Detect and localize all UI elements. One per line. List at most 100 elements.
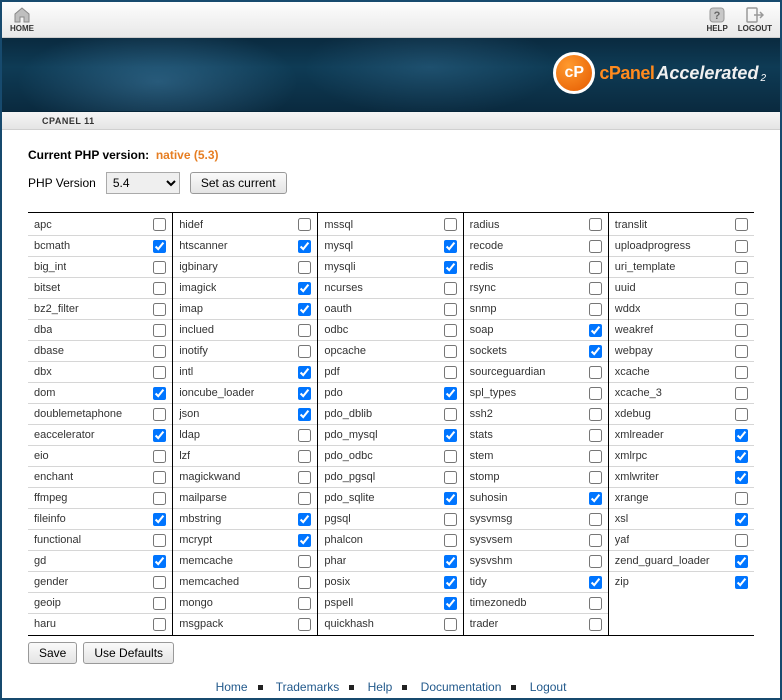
extension-checkbox[interactable] [153, 597, 166, 610]
extension-checkbox[interactable] [735, 387, 748, 400]
extension-checkbox[interactable] [735, 240, 748, 253]
footer-documentation[interactable]: Documentation [421, 680, 502, 694]
extension-checkbox[interactable] [735, 576, 748, 589]
extension-checkbox[interactable] [153, 387, 166, 400]
extension-checkbox[interactable] [153, 303, 166, 316]
extension-checkbox[interactable] [589, 534, 602, 547]
extension-checkbox[interactable] [589, 240, 602, 253]
logout-button[interactable]: LOGOUT [738, 6, 772, 33]
extension-checkbox[interactable] [298, 618, 311, 631]
extension-checkbox[interactable] [589, 513, 602, 526]
extension-checkbox[interactable] [153, 261, 166, 274]
use-defaults-button[interactable]: Use Defaults [83, 642, 174, 664]
extension-checkbox[interactable] [298, 345, 311, 358]
extension-checkbox[interactable] [444, 555, 457, 568]
extension-checkbox[interactable] [444, 597, 457, 610]
extension-checkbox[interactable] [735, 429, 748, 442]
extension-checkbox[interactable] [589, 450, 602, 463]
extension-checkbox[interactable] [298, 576, 311, 589]
extension-checkbox[interactable] [444, 471, 457, 484]
extension-checkbox[interactable] [444, 345, 457, 358]
extension-checkbox[interactable] [735, 450, 748, 463]
footer-help[interactable]: Help [368, 680, 393, 694]
extension-checkbox[interactable] [735, 471, 748, 484]
extension-checkbox[interactable] [444, 303, 457, 316]
extension-checkbox[interactable] [444, 618, 457, 631]
save-button[interactable]: Save [28, 642, 77, 664]
extension-checkbox[interactable] [153, 408, 166, 421]
extension-checkbox[interactable] [589, 597, 602, 610]
extension-checkbox[interactable] [735, 534, 748, 547]
extension-checkbox[interactable] [298, 408, 311, 421]
extension-checkbox[interactable] [153, 534, 166, 547]
extension-checkbox[interactable] [444, 534, 457, 547]
extension-checkbox[interactable] [589, 555, 602, 568]
extension-checkbox[interactable] [589, 576, 602, 589]
extension-checkbox[interactable] [153, 618, 166, 631]
extension-checkbox[interactable] [444, 261, 457, 274]
extension-checkbox[interactable] [298, 387, 311, 400]
extension-checkbox[interactable] [153, 471, 166, 484]
extension-checkbox[interactable] [589, 492, 602, 505]
extension-checkbox[interactable] [153, 429, 166, 442]
extension-checkbox[interactable] [298, 555, 311, 568]
extension-checkbox[interactable] [735, 345, 748, 358]
extension-checkbox[interactable] [444, 408, 457, 421]
extension-checkbox[interactable] [735, 218, 748, 231]
extension-checkbox[interactable] [153, 366, 166, 379]
extension-checkbox[interactable] [298, 324, 311, 337]
extension-checkbox[interactable] [589, 218, 602, 231]
extension-checkbox[interactable] [735, 261, 748, 274]
extension-checkbox[interactable] [153, 450, 166, 463]
footer-logout[interactable]: Logout [530, 680, 567, 694]
extension-checkbox[interactable] [298, 471, 311, 484]
extension-checkbox[interactable] [153, 240, 166, 253]
extension-checkbox[interactable] [444, 240, 457, 253]
extension-checkbox[interactable] [153, 576, 166, 589]
extension-checkbox[interactable] [298, 597, 311, 610]
extension-checkbox[interactable] [153, 555, 166, 568]
extension-checkbox[interactable] [444, 513, 457, 526]
footer-home[interactable]: Home [216, 680, 248, 694]
extension-checkbox[interactable] [444, 366, 457, 379]
extension-checkbox[interactable] [444, 282, 457, 295]
extension-checkbox[interactable] [444, 492, 457, 505]
extension-checkbox[interactable] [589, 282, 602, 295]
footer-trademarks[interactable]: Trademarks [276, 680, 340, 694]
extension-checkbox[interactable] [444, 324, 457, 337]
extension-checkbox[interactable] [298, 534, 311, 547]
extension-checkbox[interactable] [298, 513, 311, 526]
extension-checkbox[interactable] [298, 429, 311, 442]
extension-checkbox[interactable] [735, 324, 748, 337]
extension-checkbox[interactable] [153, 218, 166, 231]
extension-checkbox[interactable] [589, 408, 602, 421]
extension-checkbox[interactable] [735, 513, 748, 526]
extension-checkbox[interactable] [589, 324, 602, 337]
extension-checkbox[interactable] [589, 261, 602, 274]
extension-checkbox[interactable] [444, 387, 457, 400]
extension-checkbox[interactable] [735, 408, 748, 421]
extension-checkbox[interactable] [589, 429, 602, 442]
extension-checkbox[interactable] [298, 218, 311, 231]
extension-checkbox[interactable] [735, 492, 748, 505]
extension-checkbox[interactable] [735, 555, 748, 568]
extension-checkbox[interactable] [589, 366, 602, 379]
extension-checkbox[interactable] [153, 324, 166, 337]
extension-checkbox[interactable] [589, 387, 602, 400]
extension-checkbox[interactable] [298, 303, 311, 316]
extension-checkbox[interactable] [153, 513, 166, 526]
extension-checkbox[interactable] [444, 429, 457, 442]
extension-checkbox[interactable] [589, 303, 602, 316]
extension-checkbox[interactable] [735, 282, 748, 295]
extension-checkbox[interactable] [298, 366, 311, 379]
extension-checkbox[interactable] [444, 218, 457, 231]
extension-checkbox[interactable] [298, 240, 311, 253]
extension-checkbox[interactable] [298, 492, 311, 505]
extension-checkbox[interactable] [589, 471, 602, 484]
extension-checkbox[interactable] [735, 303, 748, 316]
extension-checkbox[interactable] [153, 282, 166, 295]
php-version-select[interactable]: 5.4 [106, 172, 180, 194]
help-button[interactable]: ? HELP [706, 6, 727, 33]
extension-checkbox[interactable] [298, 450, 311, 463]
extension-checkbox[interactable] [298, 282, 311, 295]
